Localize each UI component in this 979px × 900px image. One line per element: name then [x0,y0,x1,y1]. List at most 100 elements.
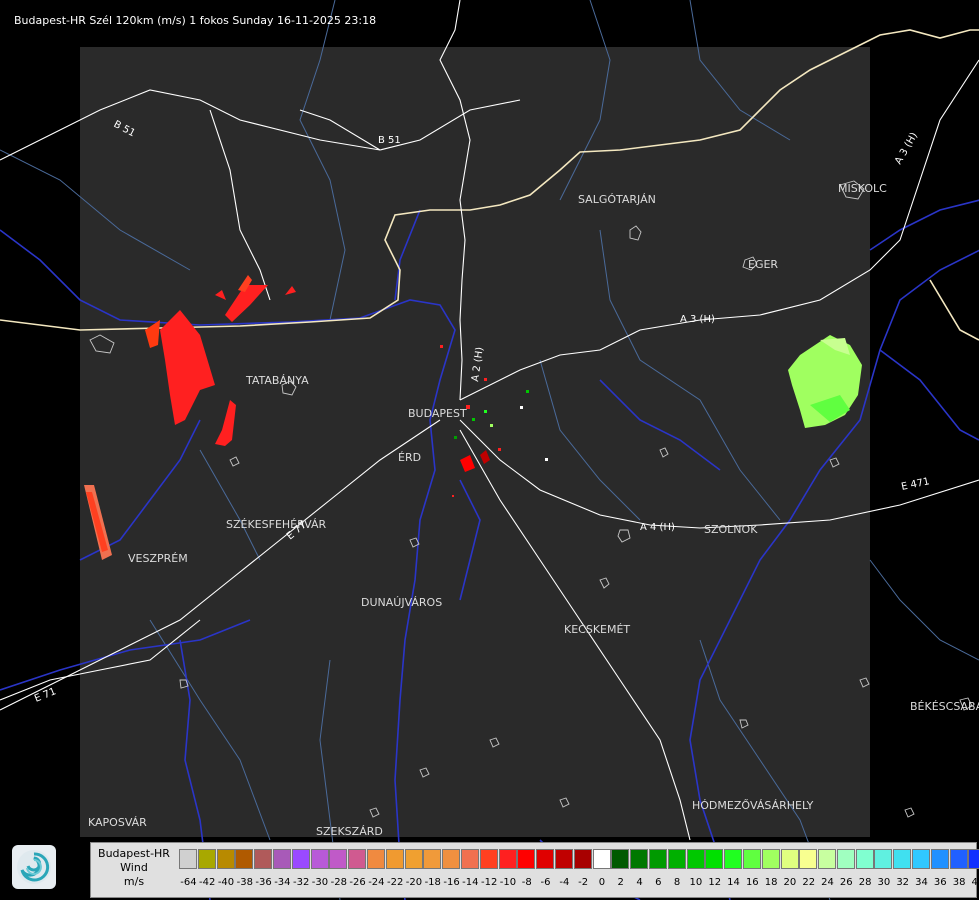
legend-tick: -8 [521,877,532,888]
legend-swatch [874,849,893,869]
legend-swatch [216,849,235,869]
legend-swatch [968,849,979,869]
legend-tick: 4 [636,877,643,888]
city-label-kaposvar: KAPOSVÁR [88,816,147,829]
legend-swatch [742,849,761,869]
legend-swatch [705,849,724,869]
legend-swatch [479,849,498,869]
legend-swatch [404,849,423,869]
legend-swatch [498,849,517,869]
legend-tick: 26 [839,877,853,888]
met-service-logo [12,845,56,889]
legend-unit: m/s [123,875,145,888]
legend-swatch [592,849,611,869]
legend-swatch [780,849,799,869]
legend-label: Budapest-HR Wind m/s [91,847,177,889]
city-label-szekesfehervar: SZÉKESFEHÉRVÁR [226,518,327,531]
legend-tick: 28 [858,877,872,888]
legend-tick: -22 [386,877,404,888]
legend-tick: 6 [655,877,662,888]
legend-tick: -10 [499,877,517,888]
legend-swatch [272,849,291,869]
legend-tick: -20 [405,877,423,888]
legend-swatch [554,849,573,869]
legend-tick: -34 [274,877,291,888]
city-label-miskolc: MISKOLC [838,182,887,195]
legend-quantity: Wind [120,861,148,874]
legend-swatch [291,849,310,869]
legend-swatch [348,849,367,869]
legend-tick: -26 [349,877,366,888]
legend-tick: 12 [708,877,722,888]
city-label-hodmezovasarhely: HÓDMEZŐVÁSÁRHELY [692,798,814,812]
legend-tick: -36 [255,877,272,888]
legend-tick: 22 [802,877,816,888]
legend-tick: 10 [689,877,703,888]
legend-swatch [423,849,442,869]
city-label-dunaujvaros: DUNAÚJVÁROS [361,596,442,609]
legend-swatch [724,849,743,869]
radar-map: SALGÓTARJÁN EGER MISKOLC TATABÁNYA BUDAP… [0,0,979,900]
legend-swatch [686,849,705,869]
legend-color-scale [179,849,979,869]
legend-tick: 32 [896,877,910,888]
legend-tick: 40 [971,877,979,888]
legend-swatch [442,849,461,869]
legend-swatch [667,849,686,869]
road-label-a4: A 4 (H) [640,522,675,533]
legend-swatch [460,849,479,869]
legend-swatch [836,849,855,869]
legend-tick: -30 [311,877,329,888]
legend-swatch [611,849,630,869]
legend-radar-name: Budapest-HR [98,847,170,860]
legend-tick: -16 [443,877,460,888]
city-label-kecskemet: KECSKEMÉT [564,623,630,636]
legend-tick: 0 [598,877,606,888]
legend-tick: 8 [673,877,681,888]
legend-tick: -32 [293,877,310,888]
legend-swatch [818,849,837,869]
city-label-tatabanya: TATABÁNYA [245,374,309,387]
legend-swatch [855,849,874,869]
legend-swatch [254,849,273,869]
legend-tick: 14 [727,877,740,888]
city-label-veszprem: VESZPRÉM [128,552,188,565]
swirl-logo-icon [17,850,51,884]
legend-swatch [893,849,912,869]
legend-tick: 38 [952,877,966,888]
legend-tick: -64 [180,877,197,888]
legend-tick: -42 [199,877,216,888]
legend-swatch [930,849,949,869]
legend-tick: -14 [462,877,479,888]
legend-tick: -40 [217,877,235,888]
city-label-salgotarjan: SALGÓTARJÁN [578,193,656,206]
legend-swatch [648,849,667,869]
road-label-b51-east: B 51 [378,135,401,146]
map-title: Budapest-HR Szél 120km (m/s) 1 fokos Sun… [14,14,377,27]
road-label-a3: A 3 (H) [680,314,715,325]
legend-tick: 24 [821,877,834,888]
legend-tick: -4 [559,877,570,888]
city-label-eger: EGER [748,258,778,271]
city-label-bekescsaba: BÉKÉSCSABA [910,700,979,713]
legend-swatch [517,849,536,869]
city-label-erd: ÉRD [398,451,421,464]
legend-swatch [310,849,329,869]
legend-tick: -6 [540,877,551,888]
legend-swatch [366,849,385,869]
legend-tick: -12 [480,877,498,888]
legend-tick: -2 [578,877,589,888]
legend-swatch [630,849,649,869]
legend-tick: -18 [424,877,441,888]
radar-coverage-area [80,47,870,837]
legend-swatch [573,849,592,869]
legend-swatch [536,849,555,869]
legend-swatch [329,849,348,869]
legend-tick: -28 [330,877,347,888]
legend-tick-labels: -64 -42 -40 -38 -36 -34 -32 -30 -28 -26 -24 -22 -20-… [179,877,979,891]
legend-swatch [197,849,216,869]
city-label-budapest: BUDAPEST [408,407,467,420]
legend-tick: 30 [877,877,891,888]
legend-tick: -38 [236,877,253,888]
legend-swatch [949,849,968,869]
